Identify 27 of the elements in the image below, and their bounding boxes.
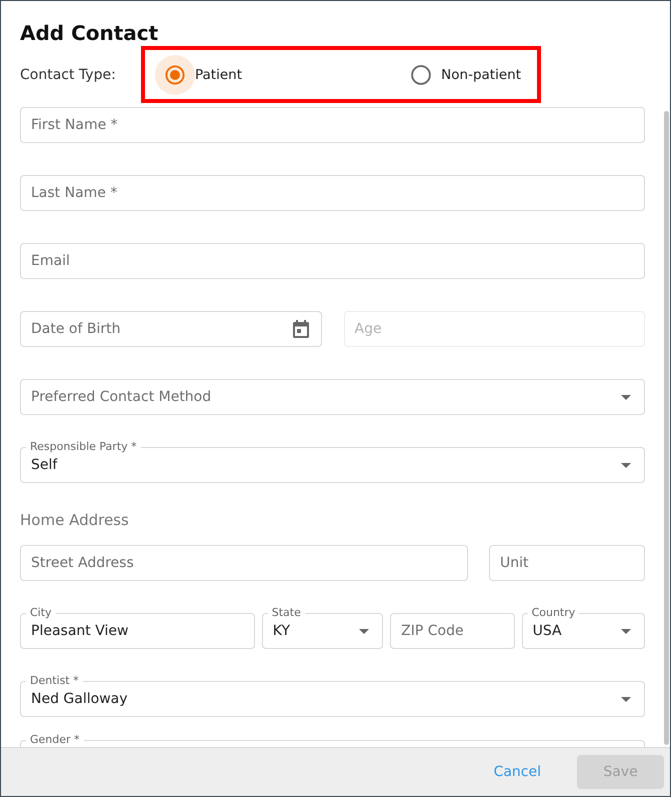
field-label: Dentist *	[26, 674, 83, 687]
field-label: Responsible Party *	[26, 440, 141, 453]
field-label: Gender *	[26, 733, 84, 746]
caret-icon[interactable]	[621, 462, 631, 468]
cancel-button[interactable]: Cancel	[478, 755, 557, 789]
field-label: Country	[528, 606, 580, 619]
text-field[interactable]: Street Address	[20, 545, 468, 581]
caret-icon[interactable]	[621, 394, 631, 400]
radio-option[interactable]: Patient	[155, 54, 242, 94]
text-field[interactable]: ZIP Code	[390, 613, 515, 649]
text-field[interactable]: Email	[20, 243, 645, 279]
field-label: City	[26, 606, 56, 619]
date-field[interactable]: Date of Birth	[20, 311, 322, 347]
text-field[interactable]: Last Name *	[20, 175, 645, 211]
contact-type-label: Contact Type:	[20, 66, 117, 82]
caret-icon[interactable]	[621, 696, 631, 702]
text-field[interactable]: Unit	[489, 545, 645, 581]
caret-icon[interactable]	[359, 628, 370, 634]
caret-icon[interactable]	[620, 628, 631, 634]
scrollbar-thumb[interactable]	[664, 111, 669, 745]
field-label: State	[268, 606, 305, 619]
dropdown-field[interactable]: Preferred Contact Method	[20, 379, 645, 415]
dialog-title: Add Contact	[20, 20, 160, 46]
radio-option[interactable]: Non-patient	[401, 54, 521, 94]
section-heading: Home Address	[20, 510, 130, 531]
calendar-icon[interactable]	[292, 320, 308, 338]
text-field[interactable]: First Name *	[20, 107, 645, 143]
